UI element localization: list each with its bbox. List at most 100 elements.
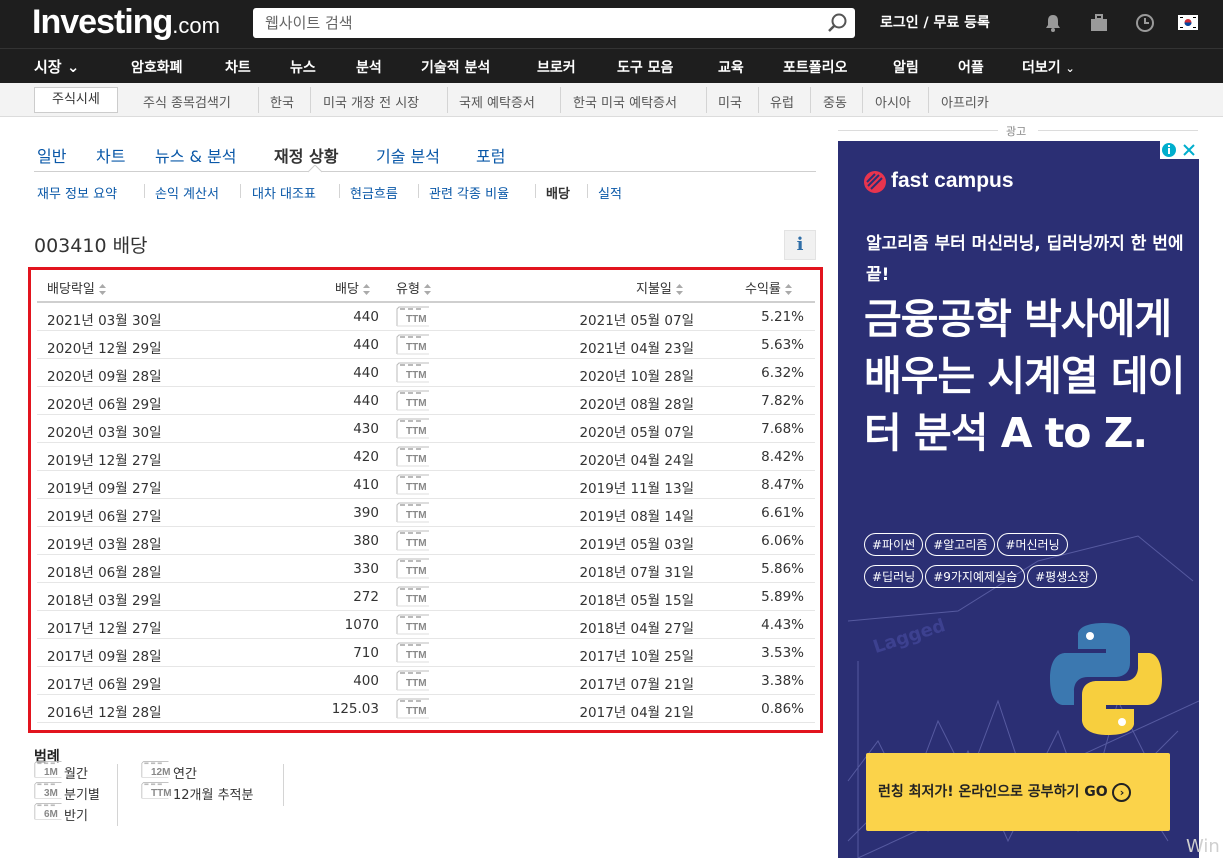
nav-alerts[interactable]: 알림 <box>893 57 919 77</box>
ex-date-cell: 2019년 09월 27일 <box>47 481 162 497</box>
nav-more[interactable]: 더보기 ⌄ <box>1022 57 1075 77</box>
nav-tools[interactable]: 도구 모음 <box>617 57 673 77</box>
subtab-ratios[interactable]: 관련 각종 비율 <box>429 183 509 202</box>
yield-cell: 4.43% <box>761 617 804 633</box>
pay-date-cell: 2019년 08월 14일 <box>579 509 694 525</box>
col-dividend[interactable]: 배당 <box>335 278 370 297</box>
ad-tag: #딥러닝 <box>864 565 924 588</box>
ad-tags: #파이썬 #알고리즘 #머신러닝 #딥러닝 #9가지예제실습 #평생소장 <box>864 533 1184 597</box>
nav-apps[interactable]: 어플 <box>958 57 984 77</box>
subtab-balance[interactable]: 대차 대조표 <box>252 183 316 202</box>
subtab-income[interactable]: 손익 계산서 <box>155 183 219 202</box>
ex-date-cell: 2020년 09월 28일 <box>47 369 162 385</box>
type-cell: TTM <box>396 474 432 496</box>
clock-icon[interactable] <box>1134 12 1156 34</box>
tab-technical[interactable]: 기술 분석 <box>376 143 440 167</box>
frequency-badge-icon: TTM <box>396 418 432 439</box>
search-icon[interactable] <box>827 12 849 34</box>
nav-analysis[interactable]: 분석 <box>356 57 382 77</box>
search-input[interactable] <box>253 8 813 38</box>
pay-date-cell: 2021년 04월 23일 <box>579 341 694 357</box>
subtab-dividends[interactable]: 배당 <box>546 183 570 202</box>
tab-general[interactable]: 일반 <box>37 143 66 167</box>
subnav-item[interactable]: 아프리카 <box>941 92 989 111</box>
col-type[interactable]: 유형 <box>396 278 431 297</box>
nav-brokers[interactable]: 브로커 <box>537 57 576 77</box>
table-row: 2019년 06월 27일 390 TTM 2019년 08월 14일 6.61% <box>37 499 815 527</box>
advertisement-banner[interactable]: fast campus 알고리즘 부터 머신러닝, 딥러닝까지 한 번에 끝! … <box>838 141 1199 858</box>
type-cell: TTM <box>396 502 432 524</box>
nav-markets[interactable]: 시장 ⌄ <box>34 56 79 77</box>
frequency-badge-icon: TTM <box>396 390 432 411</box>
type-cell: TTM <box>396 306 432 328</box>
ad-cta-button[interactable]: 런칭 최저가! 온라인으로 공부하기 GO › <box>866 753 1170 831</box>
divider <box>810 87 811 113</box>
subtab-summary[interactable]: 재무 정보 요약 <box>37 183 117 202</box>
col-yield[interactable]: 수익률 <box>745 278 792 297</box>
subnav-item[interactable]: 아시아 <box>875 92 911 111</box>
frequency-badge-icon: TTM <box>141 780 177 801</box>
subnav-item[interactable]: 한국 <box>270 92 294 111</box>
python-logo-icon <box>1050 623 1162 735</box>
divider <box>418 184 419 198</box>
tab-news-analysis[interactable]: 뉴스 & 분석 <box>155 143 237 167</box>
info-icon[interactable]: i <box>784 230 816 260</box>
pay-date-cell: 2020년 08월 28일 <box>579 397 694 413</box>
yield-cell: 0.86% <box>761 701 804 717</box>
subtab-cashflow[interactable]: 현금흐름 <box>350 183 398 202</box>
frequency-badge-icon: TTM <box>396 362 432 383</box>
sort-icon <box>423 284 431 295</box>
briefcase-icon[interactable] <box>1088 12 1110 34</box>
col-pay-date[interactable]: 지불일 <box>636 278 683 297</box>
type-cell: TTM <box>396 418 432 440</box>
type-cell: TTM <box>396 558 432 580</box>
pay-date-cell: 2020년 04월 24일 <box>579 453 694 469</box>
yield-cell: 3.38% <box>761 673 804 689</box>
investing-logo[interactable]: Investing.com <box>32 3 220 42</box>
nav-education[interactable]: 교육 <box>718 57 744 77</box>
adchoices-icon[interactable] <box>1160 141 1199 159</box>
subnav-item[interactable]: 유럽 <box>770 92 794 111</box>
korea-flag-icon[interactable] <box>1178 15 1198 30</box>
tab-financials[interactable]: 재정 상황 <box>274 143 338 167</box>
dividend-cell: 410 <box>353 477 379 493</box>
table-row: 2020년 12월 29일 440 TTM 2021년 04월 23일 5.63% <box>37 331 815 359</box>
subnav-item[interactable]: 한국 미국 예탁증서 <box>573 92 677 111</box>
subtab-earnings[interactable]: 실적 <box>598 183 622 202</box>
divider <box>283 764 284 806</box>
type-cell: TTM <box>396 362 432 384</box>
bell-icon[interactable] <box>1042 12 1064 34</box>
pay-date-cell: 2019년 05월 03일 <box>579 537 694 553</box>
pay-date-cell: 2020년 05월 07일 <box>579 425 694 441</box>
subnav-item[interactable]: 미국 개장 전 시장 <box>323 92 419 111</box>
nav-charts[interactable]: 차트 <box>225 57 251 77</box>
frequency-badge-icon: TTM <box>396 474 432 495</box>
subnav-item[interactable]: 미국 <box>718 92 742 111</box>
fastcampus-logo-icon <box>864 171 886 193</box>
pay-date-cell: 2018년 04월 27일 <box>579 621 694 637</box>
sort-icon <box>675 284 683 295</box>
pay-date-cell: 2018년 07월 31일 <box>579 565 694 581</box>
subnav-item[interactable]: 국제 예탁증서 <box>459 92 535 111</box>
nav-technical[interactable]: 기술적 분석 <box>421 57 490 77</box>
page-root: Investing.com 로그인 / 무료 등록 시장 ⌄ 암호화폐 차트 뉴… <box>0 0 1223 858</box>
yield-cell: 5.63% <box>761 337 804 353</box>
col-ex-date[interactable]: 배당락일 <box>47 278 106 297</box>
login-register-link[interactable]: 로그인 / 무료 등록 <box>880 12 990 32</box>
dividend-cell: 272 <box>353 589 379 605</box>
nav-crypto[interactable]: 암호화폐 <box>131 57 183 77</box>
nav-news[interactable]: 뉴스 <box>290 57 316 77</box>
frequency-badge-icon: TTM <box>396 502 432 523</box>
dividend-cell: 440 <box>353 365 379 381</box>
dividend-cell: 125.03 <box>331 701 379 717</box>
tab-chart[interactable]: 차트 <box>96 143 125 167</box>
tab-forum[interactable]: 포럼 <box>476 143 505 167</box>
subnav-item[interactable]: 주식 종목검색기 <box>143 92 231 111</box>
nav-portfolio[interactable]: 포트폴리오 <box>783 57 847 77</box>
table-row: 2017년 06월 29일 400 TTM 2017년 07월 21일 3.38% <box>37 667 815 695</box>
dividend-cell: 440 <box>353 393 379 409</box>
subnav-item[interactable]: 중동 <box>823 92 847 111</box>
subnav-active-stocks[interactable]: 주식시세 <box>34 87 118 113</box>
ex-date-cell: 2017년 12월 27일 <box>47 621 162 637</box>
pay-date-cell: 2019년 11월 13일 <box>579 481 694 497</box>
